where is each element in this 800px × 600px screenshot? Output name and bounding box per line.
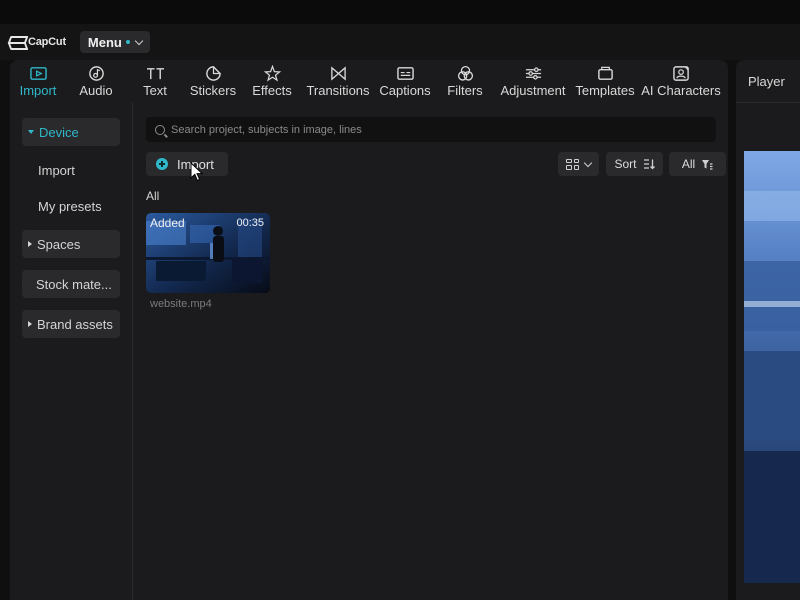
sort-icon: [643, 159, 655, 170]
tab-effects[interactable]: Effects: [242, 60, 302, 102]
media-panel: Import Audio Text Stickers Effects Trans…: [10, 60, 728, 600]
tab-effects-label: Effects: [252, 83, 292, 98]
tab-transitions-label: Transitions: [306, 83, 370, 98]
sidebar-item-my-presets[interactable]: My presets: [22, 192, 120, 220]
tab-captions-label: Captions: [379, 83, 431, 98]
adjustment-icon: [523, 64, 543, 82]
sidebar-item-stock-materials[interactable]: Stock mate...: [22, 270, 120, 298]
sidebar-item-spaces[interactable]: Spaces: [22, 230, 120, 258]
ai-characters-icon: [671, 64, 691, 82]
player-panel: Player: [736, 60, 800, 600]
filter-button-label: All: [681, 157, 696, 171]
sidebar-item-brand-assets[interactable]: Brand assets: [22, 310, 120, 338]
sticker-icon: [203, 64, 223, 82]
notification-dot-icon: [125, 40, 130, 44]
tab-transitions[interactable]: Transitions: [302, 60, 374, 102]
tab-import[interactable]: Import: [10, 60, 66, 102]
capcut-logo-icon: [8, 36, 24, 48]
tab-text[interactable]: Text: [126, 60, 184, 102]
captions-icon: [395, 64, 415, 82]
app-name: CapCut: [28, 36, 66, 48]
player-divider: [736, 102, 800, 103]
chevron-down-icon: [134, 36, 144, 45]
video-duration: 00:35: [236, 217, 264, 229]
filters-icon: [455, 64, 475, 82]
tab-templates-label: Templates: [575, 83, 635, 98]
search-icon: [155, 124, 165, 135]
transitions-icon: [328, 64, 348, 82]
tab-audio-label: Audio: [79, 83, 113, 98]
tab-import-label: Import: [19, 83, 57, 98]
tab-filters[interactable]: Filters: [436, 60, 494, 102]
media-content: Import Sort All All: [134, 102, 728, 600]
filter-button[interactable]: All: [669, 152, 726, 176]
sidebar-item-stock-materials-label: Stock mate...: [36, 276, 112, 292]
mouse-cursor-icon: [190, 162, 204, 182]
player-title: Player: [748, 74, 785, 89]
sidebar-item-import[interactable]: Import: [22, 156, 120, 184]
tab-adjustment-label: Adjustment: [500, 83, 566, 98]
tab-captions[interactable]: Captions: [374, 60, 436, 102]
sidebar-item-my-presets-label: My presets: [38, 198, 102, 214]
chevron-down-icon: [583, 158, 593, 167]
sidebar-item-device-label: Device: [39, 124, 79, 140]
expanded-arrow-icon: [28, 130, 34, 134]
search-input[interactable]: [171, 123, 691, 136]
sidebar-item-brand-assets-label: Brand assets: [37, 316, 113, 332]
templates-icon: [595, 64, 615, 82]
audio-icon: [86, 64, 106, 82]
search-bar[interactable]: [146, 117, 716, 142]
text-icon: [145, 64, 165, 82]
feature-toolbar: Import Audio Text Stickers Effects Trans…: [10, 60, 728, 102]
effects-icon: [262, 64, 282, 82]
menu-button[interactable]: Menu: [79, 31, 150, 53]
menu-button-label: Menu: [87, 34, 122, 50]
app-logo: CapCut: [8, 36, 66, 48]
tab-audio[interactable]: Audio: [66, 60, 126, 102]
tab-templates[interactable]: Templates: [572, 60, 638, 102]
import-icon: [28, 64, 48, 82]
media-file-name: website.mp4: [150, 298, 212, 310]
tab-stickers[interactable]: Stickers: [184, 60, 242, 102]
plus-circle-icon: [156, 158, 168, 170]
sidebar-item-spaces-label: Spaces: [37, 236, 81, 252]
tab-adjustment[interactable]: Adjustment: [494, 60, 572, 102]
tab-ai-characters-label: AI Characters: [641, 83, 721, 98]
sort-button-label: Sort: [614, 157, 637, 171]
grid-view-icon: [566, 158, 579, 170]
tab-text-label: Text: [143, 83, 167, 98]
tab-stickers-label: Stickers: [189, 83, 237, 98]
collapsed-arrow-icon: [28, 241, 32, 247]
sort-button[interactable]: Sort: [606, 152, 663, 176]
media-section-label: All: [146, 189, 160, 203]
menu-bar: CapCut Menu: [0, 24, 800, 60]
added-badge: Added: [150, 216, 185, 230]
import-button[interactable]: Import: [146, 152, 228, 176]
video-preview[interactable]: [744, 151, 800, 583]
window-title-bar: [0, 0, 800, 24]
collapsed-arrow-icon: [28, 321, 32, 327]
media-thumbnail[interactable]: Added 00:35: [146, 213, 270, 293]
tab-filters-label: Filters: [447, 83, 483, 98]
sidebar-item-device[interactable]: Device: [22, 118, 120, 146]
tab-ai-characters[interactable]: AI Characters: [638, 60, 724, 102]
sidebar-item-import-label: Import: [38, 162, 75, 178]
source-sidebar: Device Import My presets Spaces Stock ma…: [10, 102, 133, 600]
filter-icon: [702, 159, 713, 170]
view-mode-dropdown[interactable]: [558, 152, 599, 176]
